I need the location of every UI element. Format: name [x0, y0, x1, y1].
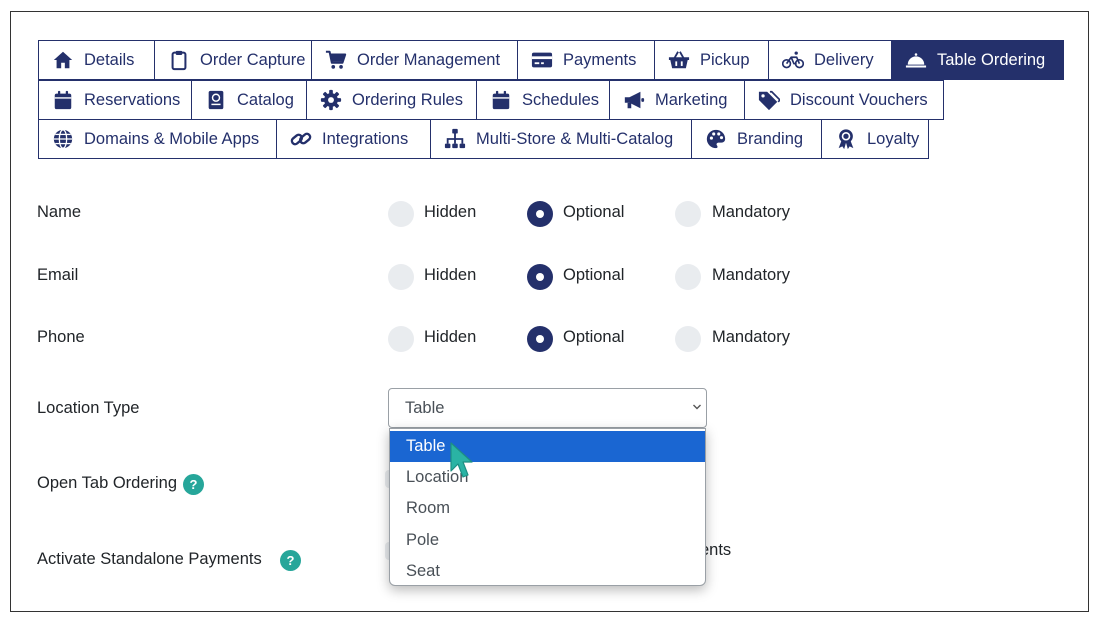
tab-label: Branding [737, 129, 804, 148]
calendar-icon [489, 88, 513, 112]
basket-icon [667, 48, 691, 72]
open-tab-ordering-label: Open Tab Ordering [37, 474, 178, 492]
tab-pickup[interactable]: Pickup [654, 40, 769, 80]
phone-hidden-radio[interactable] [388, 326, 414, 352]
tab-schedules[interactable]: Schedules [476, 80, 610, 120]
name-hidden-label: Hidden [424, 203, 477, 221]
dropdown-option-table[interactable]: Table [390, 431, 705, 463]
dropdown-option-pole[interactable]: Pole [390, 525, 705, 556]
tab-label: Order Capture [200, 50, 306, 69]
location-type-value: Table [405, 399, 445, 417]
help-icon[interactable]: ? [280, 550, 301, 571]
tab-details[interactable]: Details [38, 40, 155, 80]
sitemap-icon [443, 127, 467, 151]
tab-discount-vouchers[interactable]: Discount Vouchers [744, 80, 944, 120]
phone-label: Phone [37, 328, 85, 346]
tags-icon [757, 88, 781, 112]
name-label: Name [37, 203, 82, 221]
tab-ordering-rules[interactable]: Ordering Rules [306, 80, 477, 120]
tab-label: Domains & Mobile Apps [84, 129, 260, 148]
tab-order-management[interactable]: Order Management [311, 40, 518, 80]
tab-multi-store-multi-catalog[interactable]: Multi-Store & Multi-Catalog [430, 119, 692, 159]
location-type-select[interactable]: Table [388, 388, 707, 428]
tab-label: Marketing [655, 90, 728, 109]
phone-hidden-label: Hidden [424, 328, 477, 346]
email-hidden-label: Hidden [424, 266, 477, 284]
phone-mandatory-label: Mandatory [712, 328, 790, 346]
palette-icon [704, 127, 728, 151]
name-hidden-radio[interactable] [388, 201, 414, 227]
dropdown-option-seat[interactable]: Seat [390, 556, 705, 587]
home-icon [51, 48, 75, 72]
dropdown-option-location[interactable]: Location [390, 462, 705, 493]
location-type-label: Location Type [37, 399, 140, 417]
tab-label: Loyalty [867, 129, 920, 148]
tab-marketing[interactable]: Marketing [609, 80, 745, 120]
credit-card-icon [530, 48, 554, 72]
tab-payments[interactable]: Payments [517, 40, 655, 80]
phone-optional-label: Optional [563, 328, 625, 346]
tab-label: Payments [563, 50, 637, 69]
link-icon [289, 127, 313, 151]
email-optional-label: Optional [563, 266, 625, 284]
name-mandatory-label: Mandatory [712, 203, 790, 221]
standalone-payments-label: Activate Standalone Payments [37, 550, 262, 568]
tab-label: Order Management [357, 50, 501, 69]
tab-label: Delivery [814, 50, 874, 69]
bicycle-icon [781, 48, 805, 72]
tab-label: Discount Vouchers [790, 90, 928, 109]
tab-label: Ordering Rules [352, 90, 463, 109]
tab-label: Table Ordering [937, 50, 1046, 69]
tab-integrations[interactable]: Integrations [276, 119, 431, 159]
calendar-icon [51, 88, 75, 112]
award-icon [834, 127, 858, 151]
help-icon[interactable]: ? [183, 474, 204, 495]
tab-label: Details [84, 50, 135, 69]
book-icon [204, 88, 228, 112]
megaphone-icon [622, 88, 646, 112]
mouse-cursor-icon [450, 442, 473, 478]
tab-label: Multi-Store & Multi-Catalog [476, 129, 674, 148]
tab-reservations[interactable]: Reservations [38, 80, 192, 120]
tab-table-ordering[interactable]: Table Ordering [891, 40, 1064, 80]
phone-optional-radio[interactable] [527, 326, 553, 352]
tab-label: Integrations [322, 129, 409, 148]
phone-mandatory-radio[interactable] [675, 326, 701, 352]
cloche-icon [904, 48, 928, 72]
name-optional-radio[interactable] [527, 201, 553, 227]
tab-label: Pickup [700, 50, 750, 69]
tab-order-capture[interactable]: Order Capture [154, 40, 312, 80]
gear-icon [319, 88, 343, 112]
email-label: Email [37, 266, 79, 284]
location-type-dropdown: Table Location Room Pole Seat [389, 428, 706, 586]
name-mandatory-radio[interactable] [675, 201, 701, 227]
tab-catalog[interactable]: Catalog [191, 80, 307, 120]
tab-delivery[interactable]: Delivery [768, 40, 892, 80]
clipboard-icon [167, 48, 191, 72]
name-optional-label: Optional [563, 203, 625, 221]
email-hidden-radio[interactable] [388, 264, 414, 290]
dropdown-option-room[interactable]: Room [390, 493, 705, 524]
tab-branding[interactable]: Branding [691, 119, 822, 159]
tab-loyalty[interactable]: Loyalty [821, 119, 929, 159]
tab-label: Catalog [237, 90, 294, 109]
email-mandatory-radio[interactable] [675, 264, 701, 290]
tab-domains-mobile-apps[interactable]: Domains & Mobile Apps [38, 119, 277, 159]
tab-label: Schedules [522, 90, 600, 109]
email-mandatory-label: Mandatory [712, 266, 790, 284]
cart-icon [324, 48, 348, 72]
tab-label: Reservations [84, 90, 181, 109]
email-optional-radio[interactable] [527, 264, 553, 290]
globe-icon [51, 127, 75, 151]
chevron-down-icon [693, 404, 701, 410]
